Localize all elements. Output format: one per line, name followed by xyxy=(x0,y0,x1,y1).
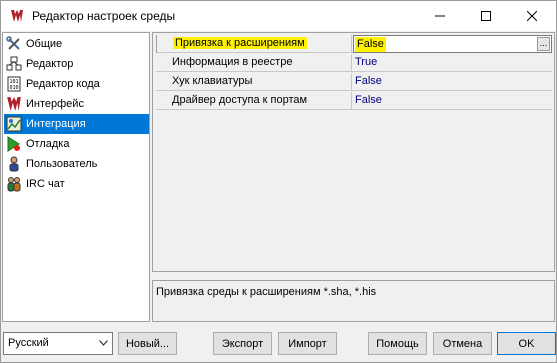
property-row[interactable]: Информация в реестре True xyxy=(156,54,552,72)
help-button[interactable]: Помощь xyxy=(368,332,427,355)
close-button[interactable] xyxy=(509,1,555,31)
property-value[interactable]: False xyxy=(353,73,552,91)
property-grid: Привязка к расширениям False ... Информа… xyxy=(152,32,555,272)
wrench-screwdriver-icon xyxy=(6,36,22,52)
property-row[interactable]: Хук клавиатуры False xyxy=(156,73,552,91)
interface-logo-icon xyxy=(6,96,22,112)
app-logo-icon xyxy=(10,9,24,23)
property-row[interactable]: Привязка к расширениям False ... xyxy=(156,35,552,53)
property-value[interactable]: False xyxy=(353,92,552,110)
property-value[interactable]: False xyxy=(355,37,386,52)
property-description: Привязка среды к расширениям *.sha, *.hi… xyxy=(152,280,555,322)
title-bar[interactable]: Редактор настроек среды xyxy=(1,1,556,31)
maximize-button[interactable] xyxy=(463,1,509,31)
property-name: Драйвер доступа к портам xyxy=(156,92,352,110)
nav-item-irc-chat[interactable]: IRC чат xyxy=(4,174,149,194)
code-editor-icon: 101 010 xyxy=(6,76,22,92)
language-select-value: Русский xyxy=(8,337,49,349)
svg-text:010: 010 xyxy=(10,85,19,91)
close-icon xyxy=(527,11,537,21)
nav-item-label: Интерфейс xyxy=(26,98,84,110)
nav-item-label: Общие xyxy=(26,38,63,50)
nav-item-code-editor[interactable]: 101 010 Редактор кода xyxy=(4,74,149,94)
user-icon xyxy=(6,156,22,172)
chevron-down-icon xyxy=(99,340,108,346)
nav-item-label: Редактор кода xyxy=(26,78,100,90)
property-value[interactable]: True xyxy=(353,54,552,72)
integration-icon xyxy=(6,116,22,132)
property-name: Хук клавиатуры xyxy=(156,73,352,91)
settings-window: Редактор настроек среды Общие Редактор 1… xyxy=(0,0,557,363)
nav-item-label: Редактор xyxy=(26,58,74,70)
nav-item-debug[interactable]: Отладка xyxy=(4,134,149,154)
language-select[interactable]: Русский xyxy=(3,332,113,355)
nav-item-interface[interactable]: Интерфейс xyxy=(4,94,149,114)
export-button[interactable]: Экспорт xyxy=(213,332,272,355)
nav-item-label: Отладка xyxy=(26,138,70,150)
import-button[interactable]: Импорт xyxy=(278,332,337,355)
new-button[interactable]: Новый... xyxy=(118,332,177,355)
minimize-button[interactable] xyxy=(417,1,463,31)
cancel-button[interactable]: Отмена xyxy=(433,332,492,355)
nav-item-label: Пользователь xyxy=(26,158,98,170)
ellipsis-button[interactable]: ... xyxy=(537,37,550,51)
debug-icon xyxy=(6,136,22,152)
minimize-icon xyxy=(435,15,445,17)
property-value-editor[interactable]: False ... xyxy=(353,35,552,53)
irc-chat-icon xyxy=(6,176,22,192)
property-name: Привязка к расширениям xyxy=(156,35,352,53)
nav-item-label: IRC чат xyxy=(26,178,65,190)
property-name: Информация в реестре xyxy=(156,54,352,72)
nav-item-general[interactable]: Общие xyxy=(4,34,149,54)
nav-item-label: Интеграция xyxy=(26,118,86,130)
settings-category-list[interactable]: Общие Редактор 101 010 Редактор кода Инте… xyxy=(2,32,150,322)
maximize-icon xyxy=(481,11,491,21)
nav-item-integration[interactable]: Интеграция xyxy=(4,114,149,134)
window-title: Редактор настроек среды xyxy=(32,9,176,23)
ok-button[interactable]: OK xyxy=(497,332,556,355)
property-row[interactable]: Драйвер доступа к портам False xyxy=(156,92,552,110)
nav-item-editor[interactable]: Редактор xyxy=(4,54,149,74)
editor-icon xyxy=(6,56,22,72)
nav-item-user[interactable]: Пользователь xyxy=(4,154,149,174)
